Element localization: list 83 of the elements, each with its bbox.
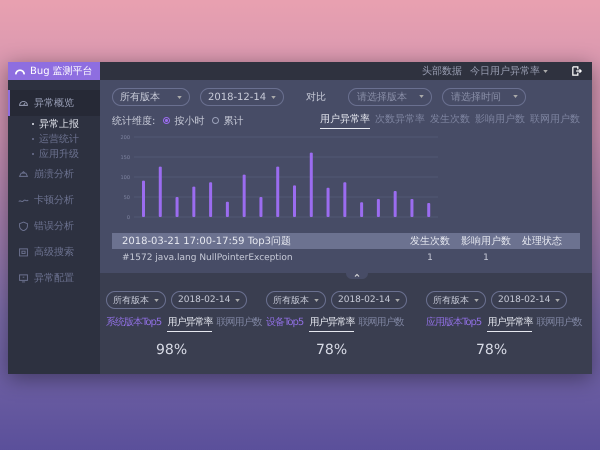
collapse-tab[interactable] bbox=[346, 270, 368, 279]
top5-link[interactable]: 应用版本Top5 bbox=[426, 315, 482, 329]
sidebar-item[interactable]: 高级搜索 bbox=[8, 239, 100, 265]
radio-option[interactable]: 累计 bbox=[212, 114, 244, 128]
panel-tab[interactable]: 联网用户数 bbox=[536, 315, 582, 332]
caret-icon bbox=[235, 298, 240, 302]
caret-icon bbox=[555, 298, 560, 302]
bar bbox=[394, 191, 397, 217]
panel-tab[interactable]: 用户异常率 bbox=[167, 315, 212, 332]
radio-option[interactable]: 按小时 bbox=[163, 114, 204, 128]
submenu-item[interactable]: 应用升级 bbox=[8, 146, 100, 161]
sidebar-item[interactable]: 异常概览 bbox=[8, 90, 100, 116]
date-dropdown[interactable]: 2018-02-14 bbox=[491, 291, 568, 309]
sidebar-item[interactable]: 卡顿分析 bbox=[8, 187, 100, 213]
table-cell-text: 1 bbox=[482, 253, 490, 263]
bar bbox=[360, 202, 364, 217]
panel-tab[interactable]: 用户异常率 bbox=[487, 315, 532, 332]
date-dropdown[interactable]: 2018-02-14 bbox=[331, 291, 408, 309]
caret-icon bbox=[513, 95, 518, 98]
date-dropdown[interactable]: 2018-12-14 bbox=[200, 88, 284, 106]
version-dropdown[interactable]: 所有版本 bbox=[112, 88, 190, 106]
caret-icon bbox=[177, 96, 182, 98]
app-title: Bug 监测平台 bbox=[30, 64, 93, 78]
dimension-label: 统计维度: bbox=[112, 114, 156, 128]
sidebar-item[interactable]: 崩溃分析 bbox=[8, 161, 100, 187]
menu-icon bbox=[18, 247, 29, 257]
bar bbox=[410, 199, 414, 217]
menu-icon bbox=[18, 98, 29, 108]
caret-icon bbox=[395, 298, 400, 302]
column-header: 处理状态 bbox=[521, 234, 563, 248]
chevron-up-icon bbox=[354, 272, 360, 276]
percentage-value: 78% bbox=[475, 342, 508, 358]
bar bbox=[276, 166, 280, 217]
bar bbox=[158, 166, 162, 217]
menu-icon bbox=[18, 221, 29, 231]
bar bbox=[192, 186, 196, 217]
caret-icon bbox=[314, 298, 319, 302]
caret-icon bbox=[419, 95, 424, 98]
column-header: 影响用户数 bbox=[460, 234, 512, 248]
caret-icon bbox=[154, 298, 159, 302]
version-dropdown[interactable]: 所有版本 bbox=[266, 291, 326, 309]
sidebar-item[interactable]: 异常配置 bbox=[8, 265, 100, 291]
metric-dropdown[interactable]: 今日用户异常率 bbox=[470, 64, 548, 78]
bar bbox=[209, 182, 212, 217]
compare-time-dropdown[interactable]: 请选择时间 bbox=[442, 88, 526, 106]
caret-icon bbox=[271, 96, 276, 98]
version-dropdown[interactable]: 所有版本 bbox=[426, 291, 486, 309]
date-dropdown[interactable]: 2018-02-14 bbox=[171, 291, 248, 309]
version-dropdown[interactable]: 所有版本 bbox=[106, 291, 166, 309]
panel-tab[interactable]: 用户异常率 bbox=[309, 315, 354, 332]
bar bbox=[226, 202, 229, 217]
bar bbox=[293, 185, 296, 217]
bar bbox=[326, 188, 330, 217]
top5-link[interactable]: 设备Top5 bbox=[266, 315, 304, 329]
logout-icon[interactable] bbox=[572, 66, 582, 76]
bar bbox=[427, 203, 430, 217]
bar bbox=[242, 174, 246, 217]
panel-tab[interactable]: 联网用户数 bbox=[216, 315, 262, 332]
bar bbox=[176, 197, 179, 217]
percentage-value: 98% bbox=[155, 342, 188, 358]
table-title: 2018-03-21 17:00-17:59 Top3问题 bbox=[122, 235, 292, 248]
column-header: 发生次数 bbox=[409, 234, 451, 248]
compare-version-dropdown[interactable]: 请选择版本 bbox=[348, 88, 432, 106]
bar bbox=[142, 180, 145, 217]
caret-icon bbox=[474, 298, 479, 302]
header-label: 头部数据 bbox=[422, 64, 462, 78]
menu-icon bbox=[18, 273, 29, 283]
panel-tab[interactable]: 联网用户数 bbox=[358, 315, 404, 332]
bar bbox=[376, 199, 380, 217]
submenu-item[interactable]: 运营统计 bbox=[8, 131, 100, 146]
sidebar-item[interactable]: 错误分析 bbox=[8, 213, 100, 239]
top5-link[interactable]: 系统版本Top5 bbox=[106, 315, 162, 329]
issue-cell[interactable]: #1572 java.lang NullPointerException bbox=[122, 253, 402, 263]
bar bbox=[343, 182, 346, 217]
chart-tab[interactable]: 用户异常率 bbox=[320, 112, 370, 129]
bar bbox=[259, 197, 262, 217]
caret-icon bbox=[543, 70, 548, 72]
percentage-value: 78% bbox=[315, 342, 348, 358]
submenu-item[interactable]: 异常上报 bbox=[8, 116, 100, 131]
menu-icon bbox=[18, 169, 29, 179]
bar bbox=[310, 152, 313, 217]
compare-label: 对比 bbox=[306, 90, 326, 104]
table-cell-text: 1 bbox=[426, 253, 434, 263]
